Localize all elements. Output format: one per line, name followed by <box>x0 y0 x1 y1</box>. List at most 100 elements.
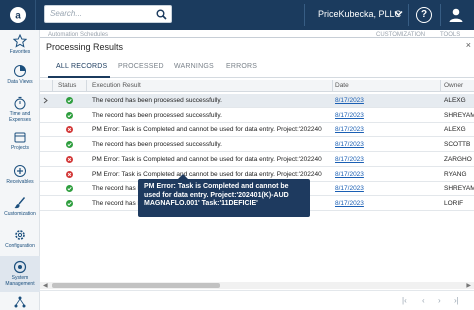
sidebar-item-label: Customization <box>4 211 36 217</box>
column-header-status[interactable]: Status <box>58 82 76 89</box>
search-input[interactable]: Search... <box>44 5 172 23</box>
grid-header: Status Execution Result Date Owner <box>40 80 474 92</box>
execution-result-cell: PM Error: Task is Completed and cannot b… <box>92 155 322 163</box>
last-page-button[interactable]: ›| <box>454 296 459 305</box>
sidebar-item-label: Data Views <box>7 79 33 85</box>
gear-icon <box>15 230 25 240</box>
sidebar-item-label: Favorites <box>9 49 31 55</box>
sidebar-item-label: Projects <box>10 145 30 151</box>
previous-page-button[interactable]: ‹ <box>422 296 425 305</box>
brush-icon <box>14 197 26 209</box>
date-link[interactable]: 8/17/2023 <box>335 97 364 104</box>
date-link[interactable]: 8/17/2023 <box>335 126 364 133</box>
table-row[interactable]: PM Error: Task is Completed and cannot b… <box>40 123 474 138</box>
date-link[interactable]: 8/17/2023 <box>335 200 364 207</box>
column-separator <box>332 80 333 92</box>
plus-circle-icon <box>14 165 26 177</box>
table-row[interactable]: PM Error: Task is Completed and cannot b… <box>40 153 474 167</box>
projects-icon <box>14 132 26 143</box>
sidebar-item-label: Configuration <box>5 243 35 249</box>
divider <box>408 4 409 26</box>
active-tab-indicator <box>48 76 110 78</box>
sidebar-item-more[interactable] <box>0 296 40 310</box>
user-icon[interactable] <box>448 7 464 25</box>
divider <box>440 4 441 26</box>
sidebar-item-system-management[interactable]: System Management <box>0 256 40 292</box>
owner-cell: SHREYAM <box>444 185 474 193</box>
scroll-left-icon[interactable]: ◀ <box>43 282 48 289</box>
execution-result-cell: PM Error: Task is Completed and cannot b… <box>92 170 322 178</box>
company-selector[interactable]: PriceKubecka, PLLC <box>318 9 401 19</box>
next-page-button[interactable]: › <box>438 296 441 305</box>
sidebar-item-label: Receivables <box>6 179 34 185</box>
column-separator <box>86 80 87 92</box>
sidebar-item-customization[interactable]: Customization <box>0 196 40 230</box>
error-status-icon <box>66 170 73 178</box>
sidebar-item-favorites[interactable]: Favorites <box>0 34 40 68</box>
owner-cell: SCOTTB <box>444 141 471 149</box>
owner-cell: RYANG <box>444 170 467 178</box>
column-header-date[interactable]: Date <box>335 82 349 89</box>
date-link[interactable]: 8/17/2023 <box>335 141 364 148</box>
column-header-owner[interactable]: Owner <box>444 82 463 89</box>
divider <box>304 4 305 26</box>
table-row[interactable]: The record has been processed successful… <box>40 94 474 108</box>
table-row[interactable]: The record has been processed successful… <box>40 138 474 153</box>
owner-cell: SHREYAM <box>444 111 474 119</box>
error-tooltip: PM Error: Task is Completed and cannot b… <box>138 174 310 217</box>
owner-cell: ALEXG <box>444 97 466 104</box>
success-status-icon <box>66 185 73 193</box>
sidebar-item-label: System Management <box>5 275 35 287</box>
scroll-right-icon[interactable]: ▶ <box>466 282 471 289</box>
top-bar: a Search... PriceKubecka, PLLC ? <box>0 0 474 30</box>
column-separator <box>52 80 53 92</box>
network-icon <box>14 296 26 308</box>
first-page-button[interactable]: |‹ <box>402 296 407 305</box>
success-status-icon <box>66 111 73 119</box>
processing-results-dialog: Processing Results × ALL RECORDS PROCESS… <box>40 37 474 310</box>
date-link[interactable]: 8/17/2023 <box>335 156 364 163</box>
system-icon <box>13 260 27 274</box>
execution-result-cell: The record has been processed successful… <box>92 111 222 119</box>
help-icon[interactable]: ? <box>416 7 432 23</box>
tab-bar: ALL RECORDS PROCESSED WARNINGS ERRORS <box>40 58 474 78</box>
table-row[interactable]: The record has been processed successful… <box>40 109 474 123</box>
execution-result-cell: The record has been processed successful… <box>92 141 222 149</box>
sidebar-item-receivables[interactable]: Receivables <box>0 164 40 198</box>
owner-cell: LORIF <box>444 199 464 207</box>
owner-cell: ALEXG <box>444 126 466 134</box>
execution-result-cell: PM Error: Task is Completed and cannot b… <box>92 126 322 134</box>
column-separator <box>440 80 441 92</box>
date-link[interactable]: 8/17/2023 <box>335 171 364 178</box>
success-status-icon <box>66 97 73 104</box>
tab-all-records[interactable]: ALL RECORDS <box>56 63 107 70</box>
row-selector-chevron-icon[interactable] <box>43 97 48 106</box>
tab-processed[interactable]: PROCESSED <box>118 63 164 70</box>
error-status-icon <box>66 126 73 134</box>
svg-text:a: a <box>15 11 21 22</box>
sidebar-item-label: Time and Expenses <box>9 111 31 123</box>
date-link[interactable]: 8/17/2023 <box>335 185 364 192</box>
sidebar-item-time-and-expenses[interactable]: Time and Expenses <box>0 96 40 130</box>
close-icon[interactable]: × <box>466 40 471 50</box>
success-status-icon <box>66 199 73 207</box>
date-link[interactable]: 8/17/2023 <box>335 112 364 119</box>
dialog-title: Processing Results <box>46 42 124 52</box>
horizontal-scrollbar[interactable]: ◀ ▶ <box>40 282 474 289</box>
chevron-down-icon[interactable] <box>394 10 403 19</box>
owner-cell: ZARGHO <box>444 155 472 163</box>
stopwatch-icon <box>14 96 26 110</box>
sidebar-item-projects[interactable]: Projects <box>0 130 40 164</box>
star-icon <box>13 34 27 48</box>
pager: |‹ ‹ › ›| <box>40 290 474 310</box>
error-status-icon <box>66 155 73 163</box>
sidebar: Favorites Data Views Time and Expenses P… <box>0 30 40 310</box>
chart-icon <box>14 65 26 77</box>
sidebar-item-data-views[interactable]: Data Views <box>0 64 40 98</box>
tab-errors[interactable]: ERRORS <box>226 63 257 70</box>
column-header-execution-result[interactable]: Execution Result <box>92 82 141 89</box>
acumatica-logo-icon[interactable]: a <box>0 0 36 30</box>
search-icon[interactable] <box>156 9 167 22</box>
scrollbar-thumb[interactable] <box>52 283 220 288</box>
tab-warnings[interactable]: WARNINGS <box>174 63 214 70</box>
